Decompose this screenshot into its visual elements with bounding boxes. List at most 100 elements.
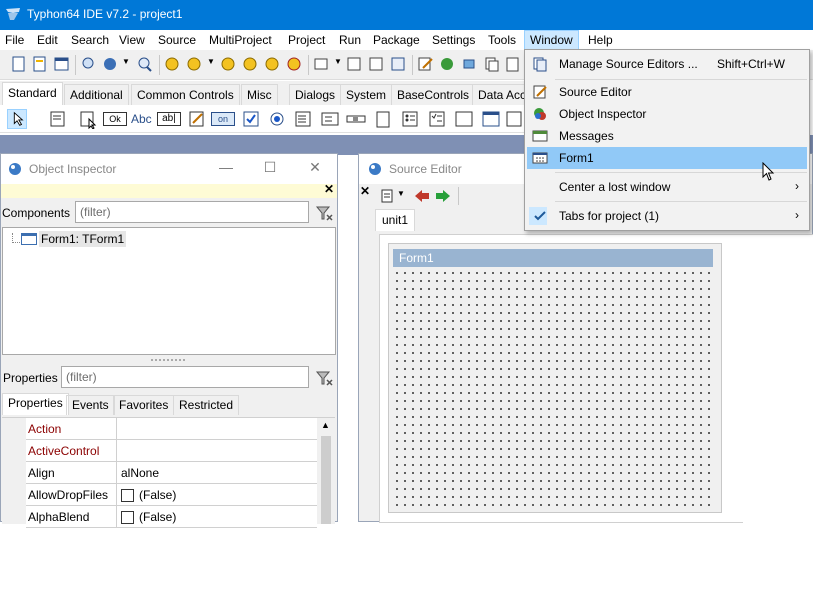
save-icon[interactable]: [346, 56, 364, 72]
view-units-icon[interactable]: [164, 56, 182, 72]
label-component[interactable]: Abc: [131, 109, 155, 129]
tab-events[interactable]: Events: [66, 395, 115, 415]
design-grid[interactable]: [393, 269, 715, 509]
property-value[interactable]: [116, 418, 317, 439]
frame-icon[interactable]: [481, 109, 501, 129]
tab-restricted[interactable]: Restricted: [173, 395, 240, 415]
new-form-icon[interactable]: [31, 56, 49, 72]
menu-project[interactable]: Project: [283, 30, 330, 50]
menu-tools[interactable]: Tools: [483, 30, 521, 50]
menu-multiproject[interactable]: MultiProject: [204, 30, 277, 50]
palette-tab-system[interactable]: System: [340, 84, 393, 105]
new-unit-icon[interactable]: [313, 56, 331, 72]
close-icon[interactable]: ✕: [360, 184, 370, 198]
button-component[interactable]: Ok: [103, 109, 127, 129]
splitter-handle[interactable]: [151, 359, 185, 361]
back-arrow-icon[interactable]: [414, 189, 430, 203]
menu-file[interactable]: File: [0, 30, 29, 50]
radiogroup-icon[interactable]: [400, 109, 420, 129]
popup-menu-icon[interactable]: [78, 109, 98, 129]
tree-node-form1[interactable]: Form1: TForm1: [39, 231, 127, 247]
project-options-icon[interactable]: [242, 56, 260, 72]
combobox-icon[interactable]: [320, 109, 340, 129]
pointer-icon[interactable]: [7, 109, 27, 129]
form1-window[interactable]: Form1: [388, 243, 722, 513]
menu-view[interactable]: View: [114, 30, 150, 50]
edit-component[interactable]: ab|: [157, 109, 181, 129]
components-filter-input[interactable]: (filter): [75, 201, 309, 223]
filter-clear-icon[interactable]: [314, 203, 334, 223]
minimize-icon[interactable]: —: [216, 159, 236, 177]
maximize-icon[interactable]: ☐: [260, 159, 280, 177]
property-row[interactable]: AllowDropFiles (False): [26, 484, 317, 506]
tab-properties[interactable]: Properties: [2, 393, 69, 415]
property-row[interactable]: ActiveControl: [26, 440, 317, 462]
property-row[interactable]: Action: [26, 418, 317, 440]
property-value[interactable]: [116, 440, 317, 461]
chevron-down-icon[interactable]: ▼: [207, 57, 215, 66]
scrollbar-thumb[interactable]: [321, 436, 331, 524]
palette-tab-common-controls[interactable]: Common Controls: [131, 84, 240, 105]
groupbox-icon[interactable]: [373, 109, 393, 129]
inspector-icon[interactable]: [439, 56, 457, 72]
find-icon[interactable]: [80, 56, 98, 72]
menu-item-manage-source-editors[interactable]: Manage Source Editors ... Shift+Ctrl+W: [527, 53, 807, 75]
menu-source[interactable]: Source: [153, 30, 201, 50]
add-to-project-icon[interactable]: [264, 56, 282, 72]
checkgroup-icon[interactable]: [427, 109, 447, 129]
radio-button-icon[interactable]: [267, 109, 287, 129]
filter-clear-icon[interactable]: [314, 368, 334, 388]
open-icon[interactable]: [101, 56, 119, 72]
palette-tab-standard[interactable]: Standard: [2, 82, 63, 105]
panel-icon[interactable]: [454, 109, 474, 129]
menu-run[interactable]: Run: [334, 30, 366, 50]
property-value[interactable]: (False): [116, 484, 317, 505]
property-row[interactable]: AlphaBlend (False): [26, 506, 317, 528]
menu-item-messages[interactable]: Messages: [527, 125, 807, 147]
chevron-down-icon[interactable]: ▼: [334, 57, 342, 66]
property-checkbox[interactable]: [121, 511, 134, 524]
view-forms-icon[interactable]: [186, 56, 204, 72]
tab-favorites[interactable]: Favorites: [113, 395, 175, 415]
property-grid-scrollbar[interactable]: ▲: [317, 418, 335, 524]
property-value[interactable]: alNone: [116, 462, 317, 483]
close-file-icon[interactable]: [390, 56, 408, 72]
menu-item-tabs-for-project[interactable]: Tabs for project (1) ›: [527, 205, 807, 227]
menu-edit[interactable]: Edit: [32, 30, 63, 50]
new-file-icon[interactable]: [10, 56, 28, 72]
listbox-icon[interactable]: [293, 109, 313, 129]
close-icon[interactable]: ✕: [324, 182, 334, 196]
chevron-down-icon[interactable]: ▼: [122, 57, 130, 66]
toggle-form-icon[interactable]: [220, 56, 238, 72]
menu-item-source-editor[interactable]: Source Editor: [527, 81, 807, 103]
palette-tab-dialogs[interactable]: Dialogs: [289, 84, 342, 105]
actionlist-icon[interactable]: [505, 109, 525, 129]
property-value[interactable]: (False): [116, 506, 317, 527]
jump-list-icon[interactable]: [379, 189, 395, 203]
copy-icon[interactable]: [483, 56, 501, 72]
open-form-icon[interactable]: [53, 56, 71, 72]
properties-filter-input[interactable]: (filter): [61, 366, 309, 388]
tab-unit1[interactable]: unit1: [375, 209, 416, 231]
main-menu-icon[interactable]: [48, 109, 68, 129]
property-row[interactable]: Align alNone: [26, 462, 317, 484]
menu-settings[interactable]: Settings: [427, 30, 480, 50]
toggle-box-component[interactable]: on: [211, 109, 235, 129]
palette-tab-misc[interactable]: Misc: [241, 84, 278, 105]
scrollbar-icon[interactable]: [346, 109, 366, 129]
paste-icon[interactable]: [504, 56, 522, 72]
forward-arrow-icon[interactable]: [435, 189, 451, 203]
chevron-down-icon[interactable]: ▼: [397, 189, 405, 198]
close-icon[interactable]: ✕: [305, 159, 325, 177]
palette-tab-additional[interactable]: Additional: [64, 84, 129, 105]
menu-search[interactable]: Search: [66, 30, 114, 50]
menu-package[interactable]: Package: [368, 30, 425, 50]
edit-icon[interactable]: [417, 56, 435, 72]
menu-window[interactable]: Window: [524, 30, 579, 50]
property-checkbox[interactable]: [121, 489, 134, 502]
components-icon[interactable]: [461, 56, 479, 72]
palette-tab-basecontrols[interactable]: BaseControls: [391, 84, 476, 105]
search-icon[interactable]: [136, 56, 154, 72]
checkbox-icon[interactable]: [241, 109, 261, 129]
memo-icon[interactable]: [187, 109, 207, 129]
